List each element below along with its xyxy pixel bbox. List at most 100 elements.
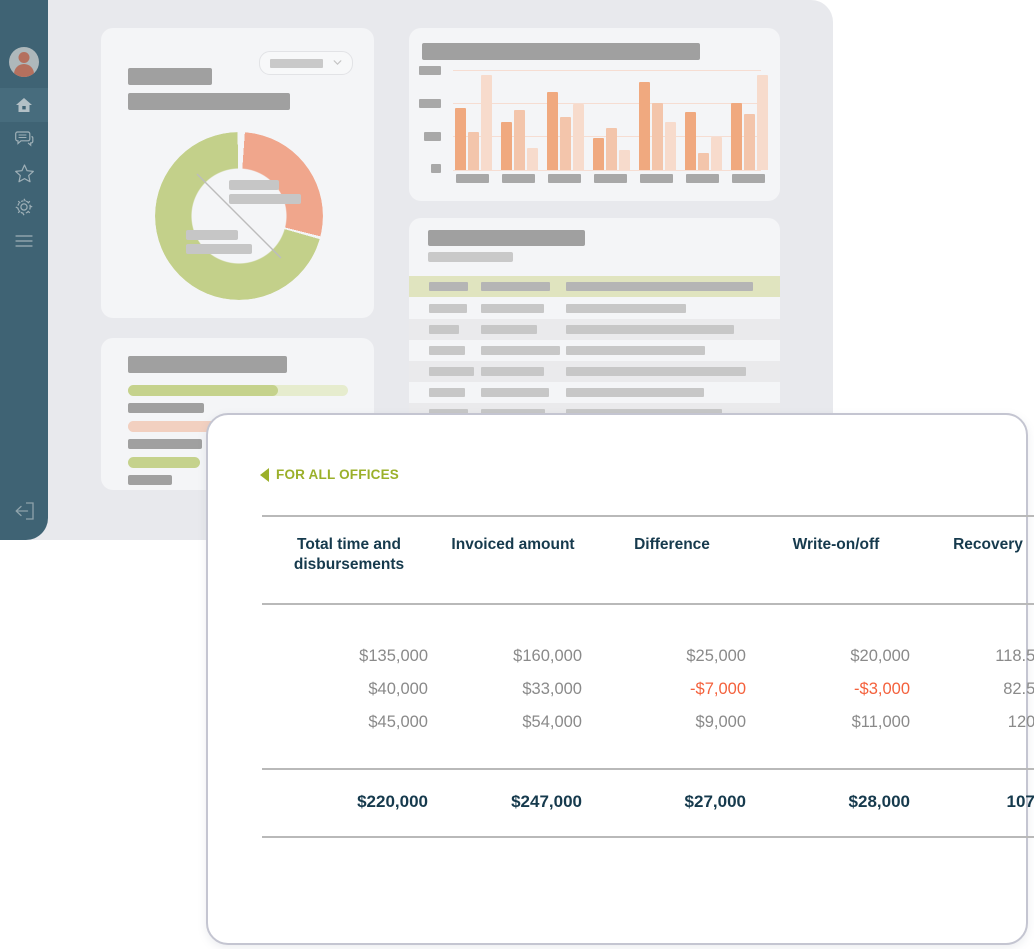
back-to-all-offices-link[interactable]: FOR ALL OFFICES bbox=[260, 467, 399, 482]
sidebar-item-messages[interactable] bbox=[0, 122, 48, 156]
cell-recovery: 82.5% bbox=[1003, 679, 1034, 698]
row-cell-3 bbox=[566, 304, 686, 313]
avatar-head bbox=[18, 52, 30, 63]
donut-label-a2 bbox=[229, 194, 301, 204]
sidebar-item-home[interactable] bbox=[0, 88, 48, 122]
bar-group-1 bbox=[455, 70, 492, 170]
table-row[interactable] bbox=[409, 319, 780, 340]
x-axis-tick-4 bbox=[594, 174, 627, 183]
x-axis-tick-6 bbox=[686, 174, 719, 183]
table-row[interactable]: $40,000 $33,000 -$7,000 -$3,000 82.5% bbox=[262, 673, 1034, 706]
row-cell-3 bbox=[566, 346, 705, 355]
row-cell-2 bbox=[481, 346, 560, 355]
cell-recovery: 120% bbox=[1007, 712, 1034, 731]
row-cell-2 bbox=[481, 304, 544, 313]
donut-label-a1 bbox=[229, 180, 279, 190]
logout-icon bbox=[13, 502, 35, 520]
total-cell-total-time: $220,000 bbox=[262, 767, 436, 838]
home-icon bbox=[14, 95, 34, 115]
table-row[interactable]: $135,000 $160,000 $25,000 $20,000 118.5% bbox=[262, 604, 1034, 673]
table-header-row: Total time and disbursements Invoiced am… bbox=[262, 515, 1034, 605]
column-header-recovery: Recovery bbox=[918, 515, 1034, 605]
recovery-summary-table: Total time and disbursements Invoiced am… bbox=[262, 515, 1034, 838]
gear-icon bbox=[14, 197, 34, 217]
totals-row: $220,000 $247,000 $27,000 $28,000 107% bbox=[262, 767, 1034, 838]
donut-title-placeholder bbox=[128, 68, 212, 85]
sidebar-item-favorites[interactable] bbox=[0, 156, 48, 190]
cell-total-time: $135,000 bbox=[359, 646, 428, 665]
donut-chart-card bbox=[101, 28, 374, 318]
x-axis-tick-1 bbox=[456, 174, 489, 183]
bar-group-3 bbox=[547, 70, 584, 170]
row-cell-1 bbox=[429, 304, 467, 313]
bar-3-3 bbox=[573, 104, 584, 170]
bar-chart-plot bbox=[453, 70, 768, 171]
bar-group-2 bbox=[501, 70, 538, 170]
dropdown-value-placeholder bbox=[270, 59, 323, 68]
cell-difference: $25,000 bbox=[686, 646, 746, 665]
table-head: Total time and disbursements Invoiced am… bbox=[262, 515, 1034, 605]
user-avatar[interactable] bbox=[9, 47, 39, 77]
menu-icon bbox=[14, 234, 34, 248]
x-axis-tick-3 bbox=[548, 174, 581, 183]
table-body: $135,000 $160,000 $25,000 $20,000 118.5%… bbox=[262, 604, 1034, 769]
chat-icon bbox=[14, 129, 34, 149]
sidebar-item-menu[interactable] bbox=[0, 224, 48, 258]
cell-recovery: 118.5% bbox=[995, 646, 1034, 665]
column-header-total-time: Total time and disbursements bbox=[262, 515, 436, 605]
cell-invoiced: $54,000 bbox=[522, 712, 582, 731]
column-header-write-on-off: Write-on/off bbox=[754, 515, 918, 605]
table-row[interactable]: $45,000 $54,000 $9,000 $11,000 120% bbox=[262, 706, 1034, 769]
total-cell-invoiced: $247,000 bbox=[436, 767, 590, 838]
chevron-down-icon bbox=[333, 60, 342, 65]
row-cell-3 bbox=[566, 367, 746, 376]
x-axis-tick-2 bbox=[502, 174, 535, 183]
y-axis-tick-4 bbox=[419, 66, 441, 75]
bar-4-3 bbox=[619, 150, 630, 170]
bar-chart-title-placeholder bbox=[422, 43, 700, 60]
sidebar-item-settings[interactable] bbox=[0, 190, 48, 224]
table-row[interactable] bbox=[409, 340, 780, 361]
x-axis-tick-5 bbox=[640, 174, 673, 183]
sidebar-item-logout[interactable] bbox=[0, 494, 48, 528]
bar-2-2 bbox=[514, 110, 525, 170]
bar-3-2 bbox=[560, 117, 571, 170]
bar-7-1 bbox=[731, 103, 742, 170]
progress-title-placeholder bbox=[128, 356, 287, 373]
progress-bar-1-fill bbox=[128, 385, 278, 396]
donut-chart bbox=[155, 132, 323, 300]
total-cell-recovery: 107% bbox=[918, 767, 1034, 838]
cell-write-on-off: $11,000 bbox=[851, 712, 910, 731]
for-all-offices-modal: FOR ALL OFFICES Total time and disbursem… bbox=[206, 413, 1034, 945]
y-axis-tick-3 bbox=[419, 99, 441, 108]
table-row[interactable] bbox=[409, 382, 780, 403]
column-header-difference: Difference bbox=[590, 515, 754, 605]
chevron-left-icon bbox=[260, 467, 269, 482]
progress-label-3 bbox=[128, 475, 172, 485]
back-link-label: FOR ALL OFFICES bbox=[276, 467, 399, 482]
bar-group-5 bbox=[639, 70, 676, 170]
cell-total-time: $45,000 bbox=[368, 712, 428, 731]
total-cell-difference: $27,000 bbox=[590, 767, 754, 838]
table-title-placeholder bbox=[428, 230, 585, 246]
cell-invoiced: $33,000 bbox=[522, 679, 582, 698]
bar-group-6 bbox=[685, 70, 722, 170]
header-cell-3 bbox=[566, 282, 753, 291]
bar-5-2 bbox=[652, 103, 663, 170]
cell-difference: -$7,000 bbox=[690, 679, 746, 698]
bar-5-1 bbox=[639, 82, 650, 170]
header-cell-2 bbox=[481, 282, 550, 291]
bar-group-4 bbox=[593, 70, 630, 170]
sidebar-nav bbox=[0, 0, 48, 540]
bar-6-1 bbox=[685, 112, 696, 170]
table-row[interactable] bbox=[409, 298, 780, 319]
table-header-row bbox=[409, 276, 780, 297]
header-cell-1 bbox=[429, 282, 468, 291]
table-row[interactable] bbox=[409, 361, 780, 382]
y-axis-tick-1 bbox=[431, 164, 441, 173]
row-cell-1 bbox=[429, 325, 459, 334]
avatar-body bbox=[14, 64, 34, 77]
row-cell-1 bbox=[429, 367, 474, 376]
office-selector-dropdown[interactable] bbox=[259, 51, 353, 75]
row-cell-1 bbox=[429, 346, 465, 355]
